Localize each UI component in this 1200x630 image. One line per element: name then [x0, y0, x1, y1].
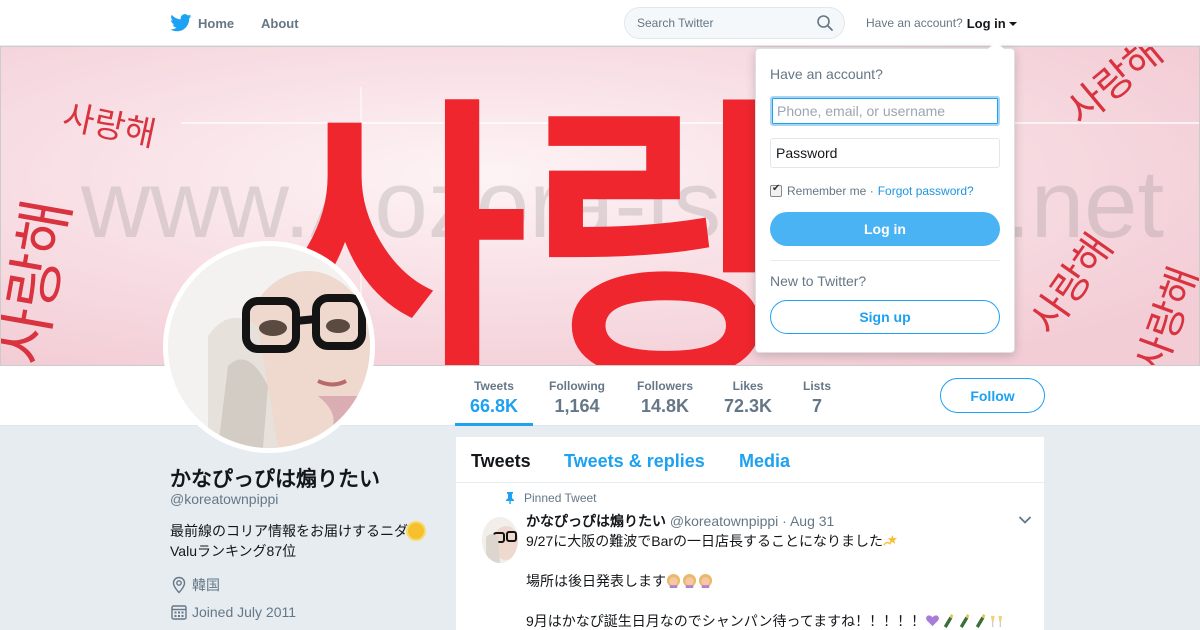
nav-about-label: About [261, 15, 299, 31]
champagne-emoji-icon [975, 613, 986, 628]
pinned-text: Pinned Tweet [524, 491, 597, 505]
search-placeholder: Search Twitter [637, 16, 714, 30]
stat-value: 66.8K [469, 396, 519, 416]
follow-button[interactable]: Follow [940, 378, 1045, 413]
tweet-line: 9月はかなぴ誕生日月なのでシャンパン待ってますね！！！！！ [526, 611, 1026, 630]
search-icon[interactable] [816, 14, 834, 32]
tweet-author-handle[interactable]: @koreatownpippi [670, 513, 778, 529]
tweet-line: 9/27に大阪の難波でBarの一日店長することになりました [526, 531, 1026, 551]
profile-handle[interactable]: @koreatownpippi [170, 491, 278, 507]
login-link-label: Log in [966, 15, 1006, 31]
new-to-twitter-text: New to Twitter? [770, 273, 867, 289]
timeline-tabs: Tweets Tweets & replies Media [456, 437, 1044, 483]
have-account-text: Have an account? [866, 16, 963, 30]
champagne-emoji-icon [959, 613, 970, 628]
stat-value: 1,164 [554, 396, 600, 416]
remember-me-label[interactable]: Remember me · [787, 184, 874, 198]
tweet-header: かなぴっぴは煽りたい @koreatownpippi · Aug 31 [526, 511, 834, 531]
signup-button[interactable]: Sign up [770, 300, 1000, 334]
dizzy-star-emoji-icon [883, 534, 898, 546]
stat-followers[interactable]: Followers 14.8K [631, 366, 699, 426]
location-pin-icon [172, 576, 186, 594]
calendar-icon [171, 605, 187, 620]
stat-label: Following [549, 379, 605, 393]
tab-tweets-and-replies[interactable]: Tweets & replies [564, 451, 705, 472]
profile-bio: 最前線のコリア情報をお届けするニダ Valuランキング87位 [170, 521, 450, 561]
bio-line-2: Valuランキング87位 [170, 543, 297, 559]
stat-label: Tweets [474, 379, 514, 393]
tweet-avatar[interactable] [482, 517, 518, 563]
nav-about[interactable]: About [261, 0, 299, 46]
joined-text: Joined July 2011 [192, 604, 297, 620]
clinking-glasses-emoji-icon [990, 615, 1003, 628]
account-prompt: Have an account? Log in [866, 0, 1017, 46]
stat-value: 7 [811, 396, 822, 416]
profile-name: かなぴっぴは煽りたい [170, 468, 380, 491]
login-dropdown: Have an account? Remember me · Forgot pa… [755, 41, 1015, 353]
stat-label: Lists [802, 379, 831, 393]
tweet-author-name[interactable]: かなぴっぴは煽りたい [526, 513, 666, 529]
profile-joined: Joined July 2011 [170, 603, 296, 621]
tab-media[interactable]: Media [739, 451, 790, 472]
remember-me-row: Remember me · Forgot password? [770, 183, 974, 198]
top-nav: Home About Search Twitter Have an accoun… [0, 0, 1200, 46]
login-dropdown-toggle[interactable]: Log in [967, 16, 1017, 31]
tweet-date[interactable]: · Aug 31 [782, 513, 834, 529]
woman-emoji-icon [666, 573, 681, 588]
chevron-down-icon[interactable] [1018, 515, 1032, 525]
sun-emoji-icon [408, 523, 424, 539]
tab-tweets[interactable]: Tweets [471, 451, 531, 472]
stat-tweets[interactable]: Tweets 66.8K [455, 366, 533, 426]
stat-label: Likes [732, 379, 764, 393]
stat-lists[interactable]: Lists 7 [797, 366, 837, 426]
stat-following[interactable]: Following 1,164 [543, 366, 611, 426]
purple-heart-emoji-icon [926, 615, 940, 627]
login-button[interactable]: Log in [770, 212, 1000, 246]
woman-emoji-icon [698, 573, 713, 588]
pinned-label: Pinned Tweet [504, 491, 597, 505]
forgot-password-link[interactable]: Forgot password? [878, 184, 974, 198]
stat-likes[interactable]: Likes 72.3K [718, 366, 778, 426]
profile-location: 韓国 [170, 575, 220, 595]
location-text: 韓国 [192, 577, 220, 593]
dropdown-divider [770, 260, 1000, 261]
champagne-emoji-icon [943, 613, 954, 628]
tweet-line-1: 9/27に大阪の難波でBarの一日店長することになりました [526, 533, 884, 549]
tweet-avatar-image [482, 517, 518, 563]
woman-emoji-icon [682, 573, 697, 588]
stat-value: 72.3K [723, 396, 773, 416]
password-input[interactable] [770, 138, 1000, 168]
remember-me-checkbox[interactable] [770, 183, 782, 197]
timeline: Tweets Tweets & replies Media Pinned Twe… [456, 437, 1044, 630]
caret-down-icon [1008, 22, 1017, 27]
tweet-line: 場所は後日発表します [526, 571, 1026, 591]
twitter-bird-icon [170, 14, 192, 32]
username-input[interactable] [770, 96, 1000, 126]
stat-label: Followers [636, 379, 693, 393]
nav-home[interactable]: Home [170, 0, 234, 46]
profile-avatar[interactable] [163, 241, 375, 453]
avatar-image [168, 246, 370, 448]
bio-line-1: 最前線のコリア情報をお届けするニダ [170, 523, 408, 539]
tweet-line-2: 場所は後日発表します [526, 573, 666, 589]
nav-home-label: Home [198, 15, 235, 31]
tweet-line-3: 9月はかなぴ誕生日月なのでシャンパン待ってますね！！！！！ [526, 613, 926, 629]
tweet-text: 9/27に大阪の難波でBarの一日店長することになりました 場所は後日発表します… [526, 531, 1026, 630]
search-input[interactable]: Search Twitter [624, 7, 845, 39]
login-dropdown-title: Have an account? [770, 66, 883, 82]
pin-icon [506, 492, 514, 504]
stat-value: 14.8K [640, 396, 690, 416]
